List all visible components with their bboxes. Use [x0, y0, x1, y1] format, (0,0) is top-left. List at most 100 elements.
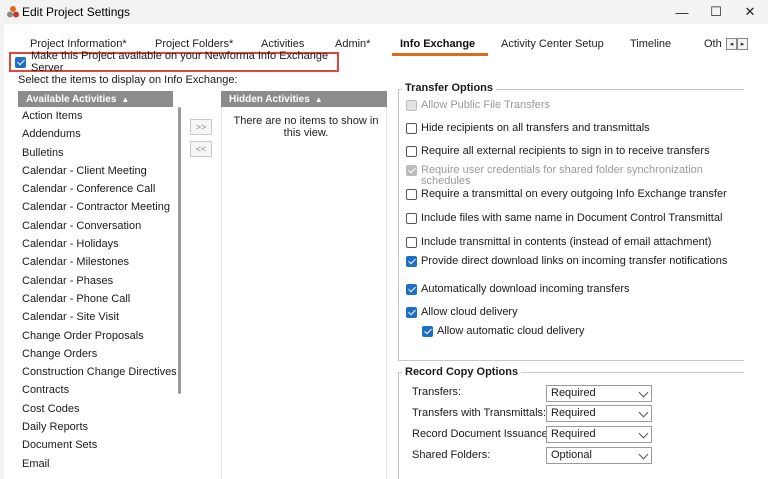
active-tab-indicator [392, 53, 488, 56]
list-item[interactable]: Change Order Proposals [18, 327, 183, 345]
transfer-option-checkbox [406, 100, 417, 111]
list-item[interactable]: Calendar - Conference Call [18, 180, 183, 198]
list-item[interactable]: Calendar - Milestones [18, 253, 183, 271]
transfer-option-checkbox [406, 165, 417, 176]
transfer-option-label: Require user credentials for shared fold… [421, 164, 703, 187]
transfer-option[interactable]: Hide recipients on all transfers and tra… [406, 123, 739, 134]
transfer-option[interactable]: Include transmittal in contents (instead… [406, 237, 739, 248]
tab-scroll-right-icon[interactable]: ▸ [737, 38, 748, 50]
hidden-activities-header[interactable]: Hidden Activities ▲ [221, 91, 387, 107]
dropdown-value: Optional [551, 449, 592, 461]
transfer-option[interactable]: Require all external recipients to sign … [406, 146, 739, 157]
available-activities-header-label: Available Activities [26, 93, 117, 105]
record-copy-transmittals-label: Transfers with Transmittals: [412, 407, 547, 419]
move-to-available-button[interactable]: << [190, 141, 212, 157]
close-button[interactable]: ✕ [728, 0, 768, 24]
list-item[interactable]: Cost Codes [18, 400, 183, 418]
transfer-option-checkbox[interactable] [406, 123, 417, 134]
window-title: Edit Project Settings [22, 5, 131, 19]
newforma-logo-icon [7, 6, 19, 18]
transfer-option-label: Allow Public File Transfers [421, 99, 550, 111]
list-item[interactable]: Calendar - Holidays [18, 235, 183, 253]
tab-project-information[interactable]: Project Information* [30, 38, 127, 50]
transfer-option[interactable]: Include files with same name in Document… [406, 213, 739, 224]
sort-ascending-icon: ▲ [314, 94, 323, 104]
transfer-option-checkbox[interactable] [422, 326, 433, 337]
record-copy-transfers-dropdown[interactable]: Required [546, 385, 652, 402]
record-copy-transfers-label: Transfers: [412, 386, 462, 398]
tab-admin[interactable]: Admin* [335, 38, 370, 50]
available-list-scrollbar[interactable] [178, 107, 181, 394]
transfer-option-checkbox[interactable] [406, 307, 417, 318]
list-item[interactable]: Calendar - Phone Call [18, 290, 183, 308]
available-activities-list[interactable]: Action Items Addendums Bulletins Calendar -… [18, 107, 183, 479]
record-copy-options-title: Record Copy Options [402, 366, 522, 378]
tab-activities[interactable]: Activities [261, 38, 304, 50]
list-item[interactable]: Addendums [18, 125, 183, 143]
transfer-option-label: Include transmittal in contents (instead… [421, 236, 712, 248]
record-copy-issuances-dropdown[interactable]: Required [546, 426, 652, 443]
list-item[interactable]: Calendar - Contractor Meeting [18, 198, 183, 216]
list-item[interactable]: Change Orders [18, 345, 183, 363]
make-available-label: Make this Project available on your Newf… [31, 50, 329, 74]
list-item[interactable]: Daily Reports [18, 418, 183, 436]
transfer-option: Require user credentials for shared fold… [406, 165, 739, 187]
tab-project-folders[interactable]: Project Folders* [155, 38, 233, 50]
list-item[interactable]: Email [18, 455, 183, 473]
chevron-down-icon [638, 449, 649, 460]
transfer-option-checkbox[interactable] [406, 284, 417, 295]
tab-info-exchange[interactable]: Info Exchange [400, 38, 475, 50]
transfer-options-title: Transfer Options [402, 82, 497, 94]
transfer-option-label: Require a transmittal on every outgoing … [421, 188, 727, 200]
list-item[interactable]: Bulletins [18, 144, 183, 162]
list-item[interactable]: Construction Change Directives [18, 363, 183, 381]
list-item[interactable]: Document Sets [18, 436, 183, 454]
transfer-option-checkbox[interactable] [406, 256, 417, 267]
list-item[interactable]: Calendar - Site Visit [18, 308, 183, 326]
transfer-option-checkbox[interactable] [406, 146, 417, 157]
record-copy-issuances-label: Record Document Issuances: [412, 428, 557, 440]
chevron-down-icon [638, 407, 649, 418]
tab-scroll-left-icon[interactable]: ◂ [726, 38, 737, 50]
dialog-content: Project Information* Project Folders* Ac… [4, 24, 768, 479]
hidden-activities-header-label: Hidden Activities [229, 93, 310, 105]
sort-ascending-icon: ▲ [121, 94, 130, 104]
transfer-option-label: Hide recipients on all transfers and tra… [421, 122, 650, 134]
transfer-option[interactable]: Require a transmittal on every outgoing … [406, 189, 739, 200]
transfer-option-label: Allow automatic cloud delivery [437, 325, 585, 337]
transfer-option: Allow Public File Transfers [406, 100, 739, 111]
transfer-option[interactable]: Allow automatic cloud delivery [422, 326, 739, 337]
hidden-list-empty-message: There are no items to show in this view. [233, 115, 379, 139]
record-copy-shared-folders-dropdown[interactable]: Optional [546, 447, 652, 464]
dropdown-value: Required [551, 428, 596, 440]
list-item[interactable]: Action Items [18, 107, 183, 125]
transfer-option-label: Automatically download incoming transfer… [421, 283, 630, 295]
chevron-down-icon [638, 428, 649, 439]
make-available-checkbox[interactable] [15, 56, 26, 68]
transfer-option[interactable]: Automatically download incoming transfer… [406, 284, 739, 295]
list-item[interactable]: Contracts [18, 381, 183, 399]
transfer-option-label: Include files with same name in Document… [421, 212, 723, 224]
record-copy-transmittals-dropdown[interactable]: Required [546, 405, 652, 422]
list-item[interactable]: Calendar - Phases [18, 272, 183, 290]
tab-activity-center-setup[interactable]: Activity Center Setup [501, 38, 604, 50]
tab-timeline[interactable]: Timeline [630, 38, 671, 50]
tab-other[interactable]: Oth [704, 38, 722, 50]
transfer-option-label: Allow cloud delivery [421, 306, 518, 318]
transfer-option-label: Provide direct download links on incomin… [421, 255, 728, 267]
transfer-option[interactable]: Provide direct download links on incomin… [406, 256, 739, 267]
available-activities-header[interactable]: Available Activities ▲ [18, 91, 173, 107]
transfer-option-checkbox[interactable] [406, 213, 417, 224]
transfer-option-checkbox[interactable] [406, 237, 417, 248]
transfer-option-checkbox[interactable] [406, 189, 417, 200]
list-item[interactable]: Calendar - Conversation [18, 217, 183, 235]
make-available-option[interactable]: Make this Project available on your Newf… [9, 50, 339, 74]
select-items-label: Select the items to display on Info Exch… [18, 74, 238, 86]
transfer-option[interactable]: Allow cloud delivery [406, 307, 739, 318]
hidden-activities-list[interactable]: There are no items to show in this view. [221, 107, 387, 479]
move-to-hidden-button[interactable]: >> [190, 119, 212, 135]
chevron-down-icon [638, 387, 649, 398]
title-bar: Edit Project Settings — ☐ ✕ [0, 0, 768, 24]
dropdown-value: Required [551, 407, 596, 419]
list-item[interactable]: Calendar - Client Meeting [18, 162, 183, 180]
